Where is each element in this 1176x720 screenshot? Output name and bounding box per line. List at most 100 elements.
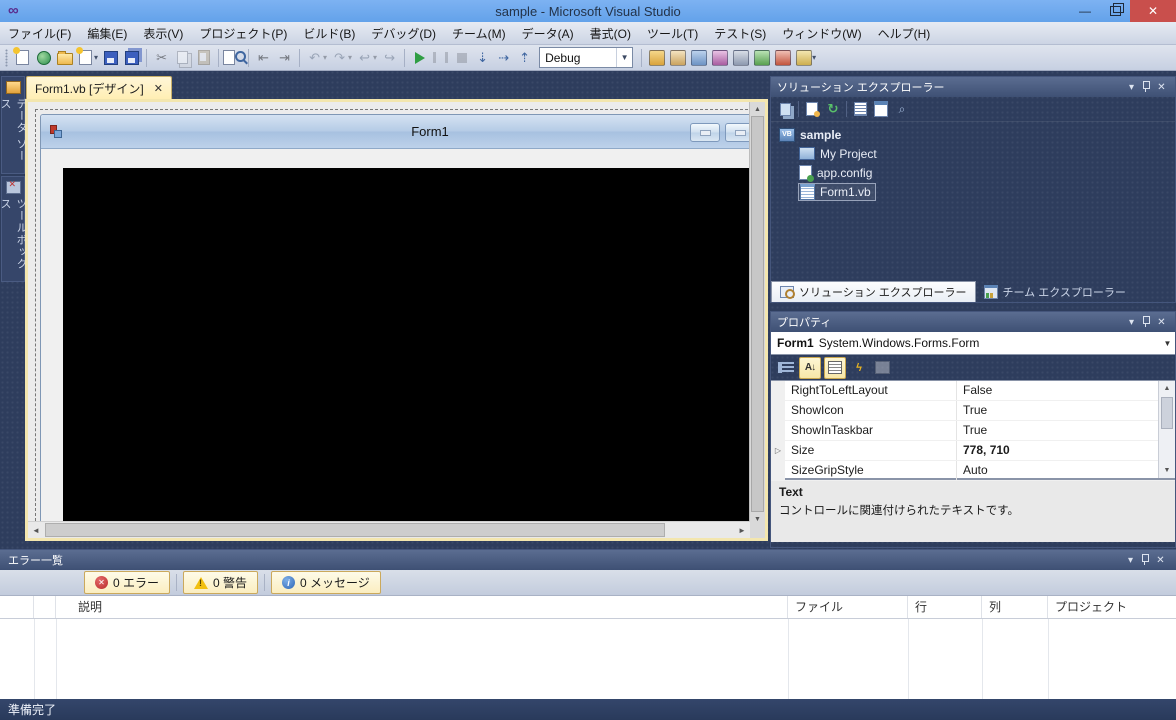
tab-solution-explorer[interactable]: ソリューション エクスプローラー bbox=[771, 281, 976, 302]
object-selector-combo[interactable]: Form1 System.Windows.Forms.Form ▼ bbox=[771, 332, 1175, 355]
redo-button[interactable]: ↷ bbox=[329, 47, 350, 68]
redo-dropdown-caret[interactable]: ▾ bbox=[348, 53, 352, 62]
column-number[interactable] bbox=[34, 596, 56, 618]
menu-file[interactable]: ファイル(F) bbox=[0, 22, 79, 45]
restore-button[interactable] bbox=[1100, 0, 1130, 22]
sidebar-tab-toolbox[interactable]: ツールボックス bbox=[1, 176, 25, 282]
column-file[interactable]: ファイル bbox=[788, 596, 908, 618]
property-value[interactable]: True bbox=[957, 401, 1175, 420]
menu-edit[interactable]: 編集(E) bbox=[79, 22, 135, 45]
toolbox-window-button[interactable] bbox=[688, 47, 709, 68]
close-button[interactable]: ✕ bbox=[1130, 0, 1176, 22]
start-debugging-button[interactable] bbox=[409, 47, 430, 68]
designer-surface[interactable]: Form1 ▲ ▼ ◄ ► bbox=[28, 102, 765, 538]
combo-dropdown-icon[interactable]: ▼ bbox=[616, 48, 632, 67]
tree-node-form1[interactable]: Form1.vb bbox=[771, 182, 1175, 201]
menu-debug[interactable]: デバッグ(D) bbox=[363, 22, 444, 45]
pin-icon[interactable] bbox=[1139, 82, 1154, 93]
properties-window-button[interactable] bbox=[667, 47, 688, 68]
start-page-button[interactable] bbox=[709, 47, 730, 68]
stop-debugging-button[interactable] bbox=[451, 47, 472, 68]
form-black-panel[interactable] bbox=[63, 168, 765, 538]
break-all-button[interactable] bbox=[430, 47, 451, 68]
document-tab-close-icon[interactable]: ✕ bbox=[154, 82, 163, 95]
menu-data[interactable]: データ(A) bbox=[514, 22, 582, 45]
view-code-button[interactable] bbox=[852, 101, 868, 117]
property-name[interactable]: SizeGripStyle bbox=[785, 461, 957, 480]
object-combo-dropdown-icon[interactable]: ▼ bbox=[1160, 332, 1175, 354]
tree-node-project[interactable]: VB sample bbox=[771, 125, 1175, 144]
tab-team-explorer[interactable]: チーム エクスプローラー bbox=[976, 281, 1134, 302]
solution-configurations-combo[interactable]: Debug ▼ bbox=[539, 47, 633, 68]
cut-button[interactable]: ✂ bbox=[151, 47, 172, 68]
navigate-backward-button[interactable]: ↩ bbox=[354, 47, 375, 68]
open-file-button[interactable] bbox=[54, 47, 75, 68]
menu-team[interactable]: チーム(M) bbox=[444, 22, 514, 45]
panel-menu-icon[interactable]: ▾ bbox=[1124, 317, 1139, 328]
property-row[interactable]: RightToLeftLayout False bbox=[771, 381, 1175, 401]
form-minimize-button[interactable] bbox=[690, 123, 720, 142]
new-project-button[interactable] bbox=[12, 47, 33, 68]
properties-view-button[interactable] bbox=[824, 357, 846, 379]
selected-tree-item[interactable]: Form1.vb bbox=[798, 183, 876, 201]
property-name[interactable]: Size bbox=[785, 441, 957, 460]
undo-dropdown-caret[interactable]: ▾ bbox=[323, 53, 327, 62]
copy-button[interactable] bbox=[172, 47, 193, 68]
expand-arrow-icon[interactable]: ▷ bbox=[771, 441, 785, 460]
column-line[interactable]: 行 bbox=[908, 596, 982, 618]
alphabetical-button[interactable]: A↓ bbox=[799, 357, 821, 379]
scroll-thumb[interactable] bbox=[1161, 397, 1173, 429]
designer-horizontal-scrollbar[interactable]: ◄ ► bbox=[28, 521, 750, 538]
property-row[interactable]: ShowInTaskbar True bbox=[771, 421, 1175, 441]
property-grid-scrollbar[interactable]: ▲ ▼ bbox=[1158, 381, 1175, 478]
decrease-indent-button[interactable]: ⇤ bbox=[253, 47, 274, 68]
show-all-files-button[interactable] bbox=[804, 101, 820, 117]
properties-titlebar[interactable]: プロパティ ▾ ✕ bbox=[771, 312, 1175, 332]
scroll-up-icon[interactable]: ▲ bbox=[1159, 381, 1175, 396]
menu-test[interactable]: テスト(S) bbox=[706, 22, 774, 45]
minimize-button[interactable]: — bbox=[1070, 0, 1100, 22]
step-into-button[interactable]: ⇣ bbox=[472, 47, 493, 68]
property-row[interactable]: ShowIcon True bbox=[771, 401, 1175, 421]
property-row[interactable]: SizeGripStyle Auto bbox=[771, 461, 1175, 481]
extension-manager-button[interactable] bbox=[730, 47, 751, 68]
column-icon[interactable] bbox=[0, 596, 34, 618]
error-list-button[interactable] bbox=[772, 47, 793, 68]
menu-project[interactable]: プロジェクト(P) bbox=[191, 22, 295, 45]
property-value[interactable]: False bbox=[957, 381, 1175, 400]
horizontal-scroll-thumb[interactable] bbox=[45, 523, 665, 537]
find-in-solution-explorer-button[interactable] bbox=[646, 47, 667, 68]
filter-errors-button[interactable]: ✕ 0 エラー bbox=[84, 571, 170, 594]
navigate-forward-button[interactable]: ↪ bbox=[379, 47, 400, 68]
view-designer-button[interactable] bbox=[873, 101, 889, 117]
save-all-button[interactable] bbox=[121, 47, 142, 68]
vertical-scroll-thumb[interactable] bbox=[751, 116, 764, 512]
column-col[interactable]: 列 bbox=[982, 596, 1048, 618]
properties-button[interactable] bbox=[777, 101, 793, 117]
new-website-button[interactable] bbox=[33, 47, 54, 68]
events-button[interactable]: ϟ bbox=[849, 358, 869, 378]
scroll-up-icon[interactable]: ▲ bbox=[750, 102, 765, 116]
solution-explorer-titlebar[interactable]: ソリューション エクスプローラー ▾ ✕ bbox=[771, 77, 1175, 97]
paste-button[interactable] bbox=[193, 47, 214, 68]
panel-close-icon[interactable]: ✕ bbox=[1154, 317, 1169, 328]
add-new-item-button[interactable] bbox=[75, 47, 96, 68]
panel-close-icon[interactable]: ✕ bbox=[1153, 555, 1168, 566]
property-name[interactable]: RightToLeftLayout bbox=[785, 381, 957, 400]
menu-format[interactable]: 書式(O) bbox=[582, 22, 639, 45]
navigate-backward-caret[interactable]: ▾ bbox=[373, 53, 377, 62]
designer-form-titlebar[interactable]: Form1 bbox=[41, 115, 765, 149]
filter-warnings-button[interactable]: 0 警告 bbox=[183, 571, 258, 594]
immediate-window-button[interactable] bbox=[793, 47, 814, 68]
categorized-button[interactable] bbox=[776, 358, 796, 378]
column-description[interactable]: 説明 bbox=[56, 596, 788, 618]
panel-close-icon[interactable]: ✕ bbox=[1154, 82, 1169, 93]
view-class-diagram-button[interactable]: ⌕ bbox=[894, 101, 910, 117]
property-row-size[interactable]: ▷ Size 778, 710 bbox=[771, 441, 1175, 461]
menu-tools[interactable]: ツール(T) bbox=[639, 22, 706, 45]
sidebar-tab-data-sources[interactable]: データ ソース bbox=[1, 76, 25, 174]
menu-build[interactable]: ビルド(B) bbox=[295, 22, 363, 45]
property-pages-button[interactable] bbox=[872, 358, 892, 378]
scroll-right-icon[interactable]: ► bbox=[734, 526, 750, 535]
find-in-files-button[interactable] bbox=[223, 47, 244, 68]
